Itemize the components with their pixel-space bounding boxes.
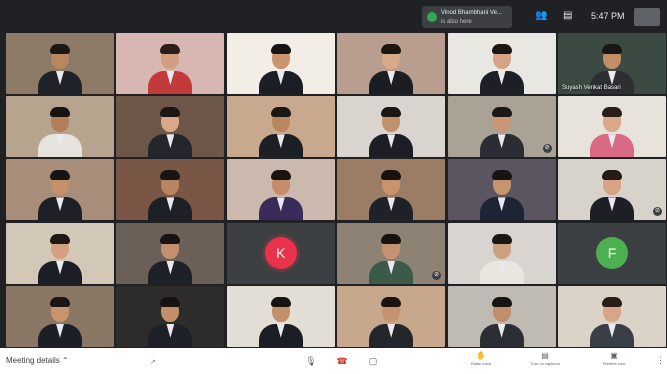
- participant-tile[interactable]: [447, 222, 556, 284]
- participant-tile[interactable]: Suyash Venkat Basari: [558, 33, 666, 94]
- participant-hair: [381, 296, 402, 307]
- participant-tile[interactable]: [116, 159, 225, 221]
- participant-grid: Suyash Venkat Basari ⊘ ⊘ K ⊘ F: [6, 33, 666, 347]
- avatar: K: [264, 237, 297, 270]
- participant-hair: [50, 296, 70, 307]
- participant-hair: [381, 233, 402, 244]
- participant-tile[interactable]: [6, 33, 114, 94]
- clock-time: 5:47 PM: [591, 11, 625, 21]
- mic-off-icon: ⊘: [542, 144, 552, 154]
- participant-hair: [381, 44, 402, 54]
- participant-hair: [381, 107, 402, 118]
- participant-hair: [491, 107, 512, 118]
- captions-button[interactable]: ▤ Turn on captions: [520, 351, 570, 367]
- participant-tile[interactable]: [226, 96, 335, 158]
- participant-tile[interactable]: F: [558, 222, 666, 284]
- meeting-details-button[interactable]: Meeting details ⌃: [6, 356, 69, 365]
- raise-hand-label: Raise hand: [470, 361, 492, 366]
- mic-off-icon: ⊘: [432, 270, 442, 280]
- participant-hair: [491, 233, 512, 244]
- participant-hair: [270, 296, 291, 307]
- participant-hair: [270, 170, 291, 181]
- participant-hair: [50, 107, 70, 118]
- top-bar: Vinod Bhambhani Ve... is also here 👥 ▤ 5…: [0, 0, 667, 32]
- participant-hair: [602, 107, 622, 118]
- participant-hair: [160, 296, 181, 307]
- participant-name: Suyash Venkat Basari: [562, 85, 621, 91]
- participant-tile[interactable]: [558, 285, 666, 347]
- hangup-icon[interactable]: ☎: [333, 354, 351, 368]
- participant-tile[interactable]: [447, 159, 556, 221]
- participant-tile[interactable]: [337, 285, 446, 347]
- participant-tile[interactable]: [116, 222, 225, 284]
- participant-tile[interactable]: [116, 285, 225, 347]
- participant-tile[interactable]: [337, 33, 446, 94]
- participant-hair: [160, 233, 181, 244]
- participant-hair: [491, 296, 512, 307]
- participant-tile[interactable]: [6, 96, 114, 158]
- more-vertical-icon[interactable]: ⋮: [656, 355, 665, 366]
- camera-icon[interactable]: ▢: [364, 354, 382, 368]
- participant-hair: [381, 170, 402, 181]
- participant-hair: [491, 170, 512, 181]
- captions-icon: ▤: [541, 351, 549, 360]
- participant-hair: [160, 107, 181, 118]
- participant-tile[interactable]: [558, 96, 666, 158]
- present-icon: ▣: [610, 351, 618, 360]
- present-now-button[interactable]: ▣ Present now: [594, 351, 634, 367]
- participant-hair: [602, 170, 622, 181]
- participant-tile[interactable]: [226, 33, 335, 94]
- participant-hair: [602, 296, 622, 307]
- raise-hand-icon: ✋: [476, 351, 486, 360]
- participant-tile[interactable]: [6, 285, 114, 347]
- captions-label: Turn on captions: [530, 361, 560, 366]
- participant-hair: [160, 170, 181, 181]
- participant-hair: [50, 170, 70, 181]
- participant-tile[interactable]: [226, 285, 335, 347]
- chat-icon[interactable]: ▤: [563, 10, 572, 21]
- presenter-status-dot: [427, 12, 437, 22]
- bottom-bar: Meeting details ⌃ ↗ 🎙 ☎ ▢ ✋ Raise hand ▤…: [0, 348, 667, 374]
- participant-tile[interactable]: K: [226, 222, 335, 284]
- participant-tile[interactable]: [337, 159, 446, 221]
- presenter-chip[interactable]: Vinod Bhambhani Ve... is also here: [422, 6, 512, 28]
- microphone-icon[interactable]: 🎙: [302, 354, 320, 368]
- self-view-thumbnail[interactable]: [634, 8, 660, 26]
- participant-tile[interactable]: [116, 33, 225, 94]
- participant-tile[interactable]: [447, 33, 556, 94]
- present-now-label: Present now: [602, 361, 626, 366]
- participant-tile[interactable]: ⊘: [447, 96, 556, 158]
- cursor-icon: ↗: [150, 359, 156, 366]
- participant-tile[interactable]: [116, 96, 225, 158]
- participant-hair: [50, 233, 70, 244]
- participant-tile[interactable]: [447, 285, 556, 347]
- participant-hair: [50, 44, 70, 54]
- participant-hair: [160, 44, 181, 54]
- participant-tile[interactable]: [6, 222, 114, 284]
- participant-hair: [270, 44, 291, 54]
- mic-off-icon: ⊘: [653, 207, 662, 217]
- participant-tile[interactable]: ⊘: [558, 159, 666, 221]
- participant-tile[interactable]: [6, 159, 114, 221]
- presenter-name: Vinod Bhambhani Ve...: [441, 10, 502, 16]
- participant-hair: [491, 44, 512, 54]
- participant-tile[interactable]: [226, 159, 335, 221]
- participant-tile[interactable]: [337, 96, 446, 158]
- participant-hair: [270, 107, 291, 118]
- meeting-details-label: Meeting details: [6, 356, 60, 365]
- participant-tile[interactable]: ⊘: [337, 222, 446, 284]
- raise-hand-button[interactable]: ✋ Raise hand: [463, 351, 499, 367]
- avatar: F: [596, 237, 628, 270]
- chevron-up-icon: ⌃: [62, 356, 69, 365]
- people-icon[interactable]: 👥: [535, 10, 547, 21]
- participant-hair: [602, 44, 622, 54]
- presenter-subtext: is also here: [441, 19, 472, 25]
